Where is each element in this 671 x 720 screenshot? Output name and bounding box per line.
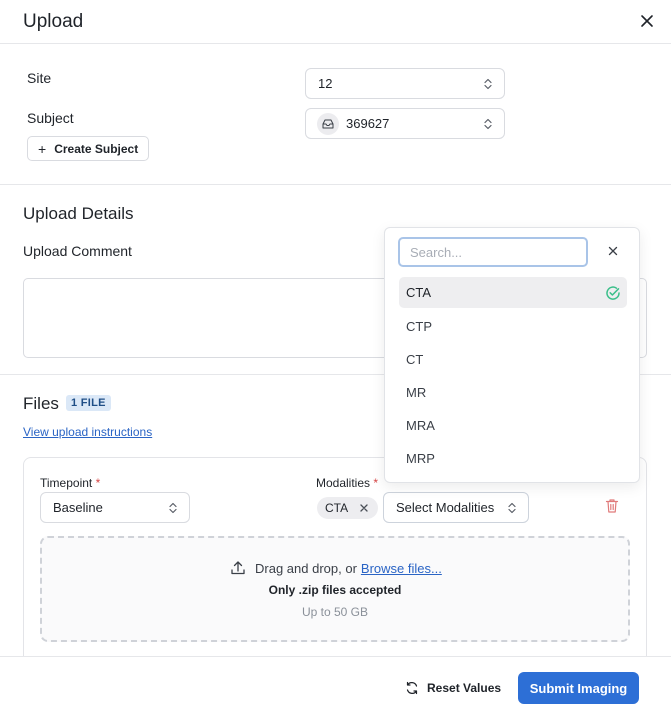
dropzone-prompt: Drag and drop, or Browse files... xyxy=(230,559,470,577)
subject-label: Subject xyxy=(27,110,74,126)
subject-value: 369627 xyxy=(346,116,390,131)
check-circle-icon xyxy=(606,286,620,300)
create-subject-button[interactable]: + Create Subject xyxy=(27,136,149,161)
required-mark: * xyxy=(373,476,379,490)
clear-search-icon[interactable] xyxy=(608,246,618,256)
chevron-updown-icon xyxy=(484,78,492,89)
timepoint-value: Baseline xyxy=(53,500,103,515)
timepoint-select[interactable]: Baseline xyxy=(40,492,190,523)
modality-search-input[interactable] xyxy=(398,237,588,267)
site-select[interactable]: 12 xyxy=(305,68,505,99)
dialog-title: Upload xyxy=(23,11,84,32)
modality-option[interactable]: CTP xyxy=(399,311,627,342)
accepted-files-text: Only .zip files accepted xyxy=(268,583,402,597)
modalities-label: Modalities * xyxy=(316,476,379,490)
chevron-updown-icon xyxy=(484,118,492,129)
remove-chip-icon[interactable] xyxy=(359,503,369,513)
modality-option[interactable]: MRA xyxy=(399,410,627,441)
select-modalities-label: Select Modalities xyxy=(396,500,495,515)
close-icon[interactable] xyxy=(636,10,658,32)
modality-option[interactable]: CTA xyxy=(399,277,627,308)
drop-text: Drag and drop, or xyxy=(255,560,357,576)
trash-icon[interactable] xyxy=(605,498,619,514)
plus-icon: + xyxy=(38,140,47,157)
modality-dropdown: CTA CTP CT MR MRA MRP xyxy=(384,227,640,483)
upload-icon xyxy=(231,561,245,575)
modality-option[interactable]: MR xyxy=(399,377,627,408)
modality-option[interactable]: CT xyxy=(399,344,627,375)
chevron-updown-icon xyxy=(169,502,177,513)
upload-comment-label: Upload Comment xyxy=(23,243,132,259)
modality-chip: CTA xyxy=(317,497,378,519)
files-heading: Files xyxy=(23,394,59,413)
site-value: 12 xyxy=(318,76,333,91)
inbox-icon xyxy=(317,112,339,135)
create-subject-label: Create Subject xyxy=(54,141,139,156)
timepoint-label: Timepoint * xyxy=(40,476,101,490)
subject-select[interactable]: 369627 xyxy=(305,108,505,139)
reset-values-label: Reset Values xyxy=(427,681,502,695)
modality-option[interactable]: MRP xyxy=(399,443,627,474)
submit-imaging-button[interactable]: Submit Imaging xyxy=(518,672,639,704)
refresh-icon xyxy=(406,681,418,695)
section-divider xyxy=(0,184,671,185)
modality-chip-label: CTA xyxy=(325,501,349,515)
chevron-updown-icon xyxy=(508,502,516,513)
file-count-badge: 1 FILE xyxy=(66,395,111,411)
header-divider xyxy=(0,43,671,44)
reset-values-button[interactable]: Reset Values xyxy=(405,678,501,698)
size-limit-text: Up to 50 GB xyxy=(301,605,369,619)
view-upload-instructions-link[interactable]: View upload instructions xyxy=(23,425,152,439)
upload-details-heading: Upload Details xyxy=(23,204,134,223)
browse-files-link[interactable]: Browse files... xyxy=(361,561,442,576)
site-label: Site xyxy=(27,70,52,86)
select-modalities-button[interactable]: Select Modalities xyxy=(383,492,529,523)
required-mark: * xyxy=(95,476,101,490)
